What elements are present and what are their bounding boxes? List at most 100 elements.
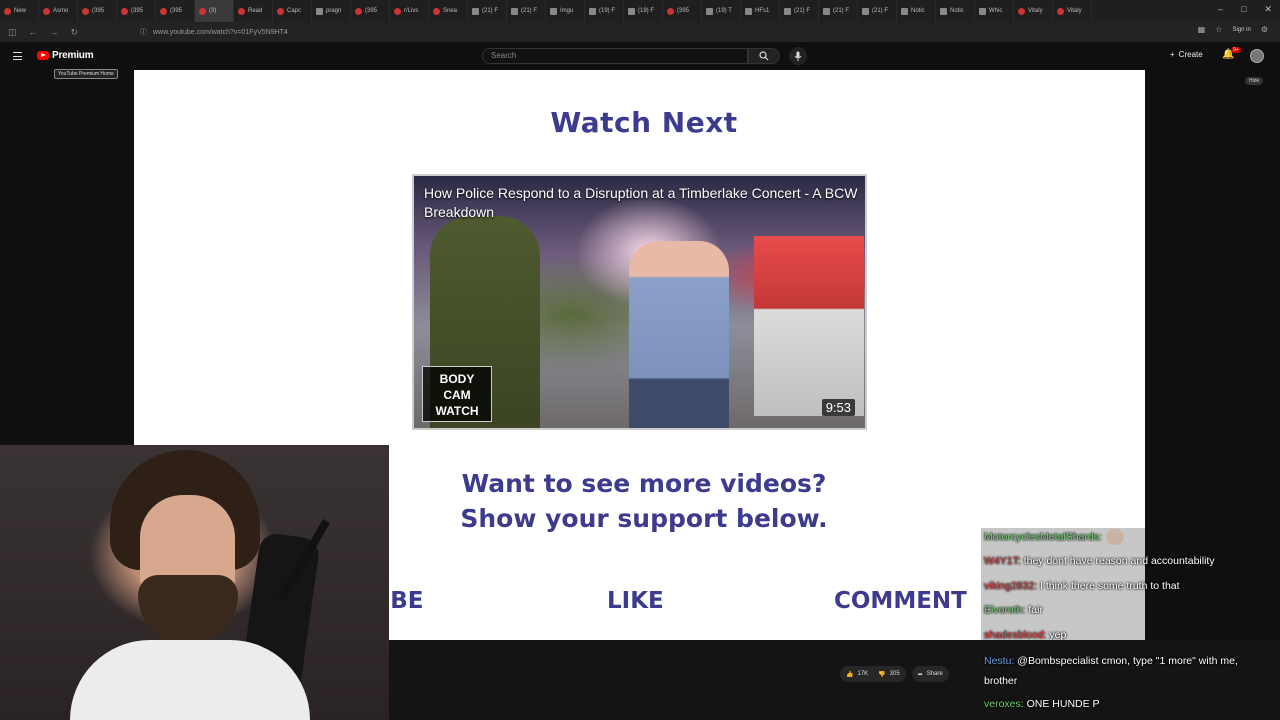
browser-tab[interactable]: (395 xyxy=(663,0,702,22)
like-count[interactable]: 17K xyxy=(857,671,868,677)
sidebar-toggle-icon[interactable]: ◫ xyxy=(8,27,17,38)
browser-tab[interactable]: Notic xyxy=(936,0,975,22)
body-cam-watch-logo: BODY CAM WATCH xyxy=(422,366,492,422)
screen: New Asmo (395 (395 (395 (3) Read Capc pragn (395 r… xyxy=(0,0,1280,720)
create-button[interactable]: + Create xyxy=(1170,50,1203,59)
browser-tab[interactable]: (19) T xyxy=(702,0,741,22)
browser-tab[interactable]: (395 xyxy=(156,0,195,22)
browser-tab[interactable]: (19) F xyxy=(585,0,624,22)
x-icon xyxy=(862,7,869,15)
menu-icon[interactable] xyxy=(13,52,22,60)
extension-icon[interactable]: ▦ xyxy=(1198,25,1206,34)
browser-tab[interactable]: New xyxy=(0,0,39,22)
browser-tab[interactable]: Snea xyxy=(429,0,468,22)
search-icon xyxy=(759,51,769,61)
chat-username: Nestu: xyxy=(984,655,1015,667)
browser-tab[interactable]: (19) F xyxy=(624,0,663,22)
browser-tab[interactable]: Whic xyxy=(975,0,1014,22)
close-icon[interactable]: ✕ xyxy=(1264,4,1272,15)
site-info-icon[interactable]: ⓘ xyxy=(140,27,147,37)
chat-text: they dont have reason and accountability xyxy=(1023,555,1215,567)
browser-tab[interactable]: (21) F xyxy=(858,0,897,22)
voice-search-button[interactable] xyxy=(789,47,807,65)
browser-tab[interactable]: Asmo xyxy=(39,0,78,22)
microphone-icon xyxy=(794,51,802,61)
globe-icon xyxy=(901,7,908,15)
chat-username: shadesblood: xyxy=(984,629,1047,641)
reload-icon[interactable]: ↻ xyxy=(71,27,79,38)
thumbs-down-icon[interactable]: 👎 xyxy=(878,671,885,678)
tab-label: Capc xyxy=(287,8,302,14)
hide-button[interactable]: Hide xyxy=(1245,77,1264,85)
browser-tab[interactable]: Capc xyxy=(273,0,312,22)
nav-buttons: ◫ ← → ↻ xyxy=(0,27,140,38)
badge-line: CAM xyxy=(443,388,471,402)
tab-label: (21) F xyxy=(872,8,889,14)
browser-tab[interactable]: (21) F xyxy=(780,0,819,22)
tab-label: Imgu xyxy=(560,8,574,14)
chat-text: @Bombspecialist cmon, type "1 more" with… xyxy=(984,655,1238,687)
tab-label: (395 xyxy=(170,8,183,14)
signin-button[interactable]: Sign in xyxy=(1232,27,1250,33)
share-button[interactable]: ➦ Share xyxy=(911,666,949,682)
badge-line: WATCH xyxy=(435,404,479,418)
search-input[interactable]: Search xyxy=(482,48,748,64)
browser-tab[interactable]: (3) xyxy=(195,0,234,22)
youtube-icon xyxy=(433,7,440,15)
browser-tab[interactable]: (21) F xyxy=(468,0,507,22)
url-text[interactable]: www.youtube.com/watch?v=01FyV5N9HT4 xyxy=(153,29,288,36)
minimize-icon[interactable]: – xyxy=(1218,4,1223,15)
browser-tab[interactable]: (395 xyxy=(78,0,117,22)
youtube-icon xyxy=(160,7,167,15)
browser-tab[interactable]: (395 xyxy=(351,0,390,22)
youtube-icon xyxy=(82,7,89,15)
browser-tab[interactable]: HFs1 xyxy=(741,0,780,22)
chat-message: shadesblood: yep xyxy=(984,626,1066,645)
browser-tab[interactable]: Notic xyxy=(897,0,936,22)
browser-tab[interactable]: Imgu xyxy=(546,0,585,22)
youtube-icon xyxy=(121,7,128,15)
share-icon: ➦ xyxy=(917,671,923,678)
settings-icon[interactable]: ⚙ xyxy=(1261,25,1268,34)
avatar[interactable] xyxy=(1250,49,1264,63)
chat-username: veroxes: xyxy=(984,698,1024,710)
browser-tab[interactable]: Vitaly xyxy=(1053,0,1092,22)
chat-text: I think there some truth to that xyxy=(1040,580,1180,592)
youtube-icon xyxy=(238,7,245,15)
back-icon[interactable]: ← xyxy=(29,27,38,38)
globe-icon xyxy=(316,7,323,15)
tab-label: Notic xyxy=(911,8,925,14)
tab-label: (395 xyxy=(92,8,105,14)
search-button[interactable] xyxy=(748,48,780,64)
thumbs-up-icon[interactable]: 👍 xyxy=(846,671,853,678)
browser-tab[interactable]: Read xyxy=(234,0,273,22)
youtube-logo-icon[interactable] xyxy=(37,51,49,60)
x-icon xyxy=(823,7,830,15)
webcam-overlay xyxy=(0,445,389,720)
browser-tab[interactable]: (395 xyxy=(117,0,156,22)
maximize-icon[interactable]: □ xyxy=(1241,4,1246,15)
address-bar-row: ◫ ← → ↻ ⓘ www.youtube.com/watch?v=01FyV5… xyxy=(0,22,1280,42)
next-video-thumbnail[interactable]: How Police Respond to a Disruption at a … xyxy=(412,174,867,430)
tab-label: r/Livs xyxy=(404,8,419,14)
browser-tab[interactable]: r/Livs xyxy=(390,0,429,22)
tab-label: (19) T xyxy=(716,8,732,14)
watch-next-heading: Watch Next xyxy=(550,106,738,139)
dislike-count[interactable]: 305 xyxy=(890,671,900,677)
browser-tab[interactable]: (21) F xyxy=(819,0,858,22)
browser-tab[interactable]: Vitaly xyxy=(1014,0,1053,22)
browser-tab[interactable]: pragn xyxy=(312,0,351,22)
youtube-icon xyxy=(277,7,284,15)
forward-icon[interactable]: → xyxy=(50,27,59,38)
store-shelf xyxy=(754,236,864,416)
bookmark-icon[interactable]: ☆ xyxy=(1215,25,1222,34)
logo-text[interactable]: Premium xyxy=(52,50,94,61)
chat-message: veroxes: ONE HUNDE P xyxy=(984,695,1100,714)
tab-label: New xyxy=(14,8,27,14)
tab-label: (19) F xyxy=(638,8,655,14)
comment-text: COMMENT xyxy=(834,588,967,614)
browser-tab[interactable]: (21) F xyxy=(507,0,546,22)
tab-label: (21) F xyxy=(833,8,850,14)
tab-label: (395 xyxy=(677,8,690,14)
tab-label: (19) F xyxy=(599,8,616,14)
